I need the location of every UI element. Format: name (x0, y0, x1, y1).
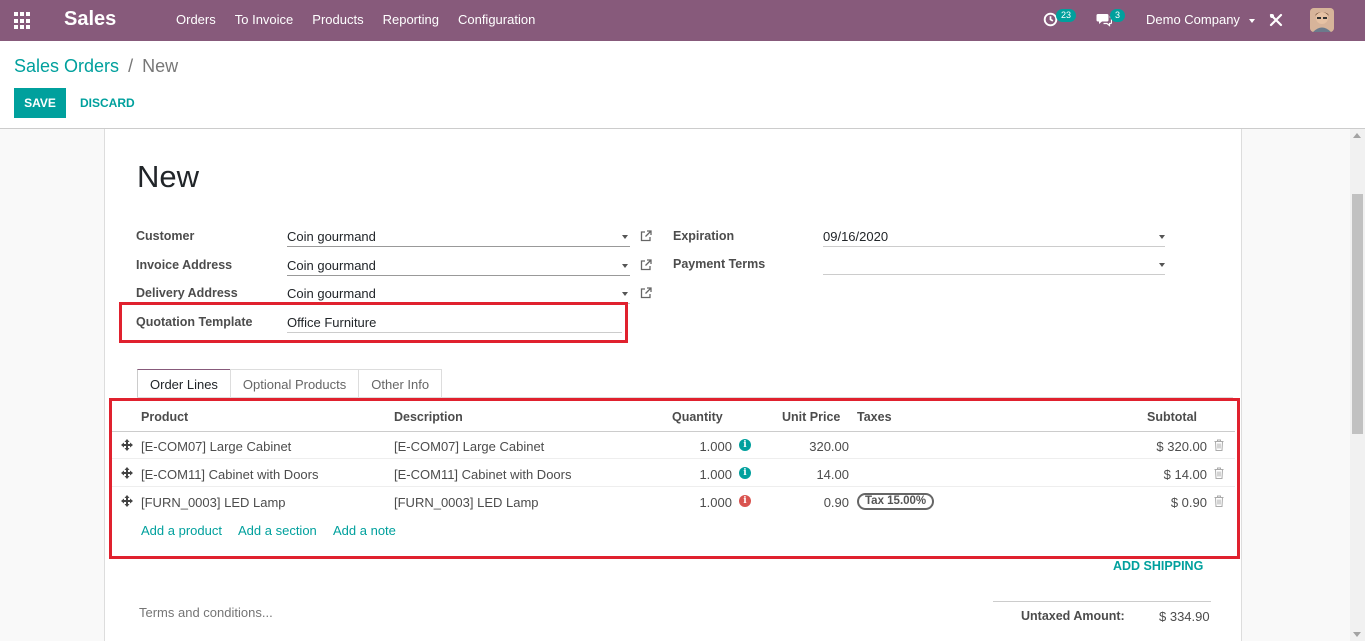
invoice-address-external-link-icon[interactable] (640, 259, 652, 271)
discard-button[interactable]: DISCARD (72, 88, 143, 118)
delivery-address-dropdown-caret-icon[interactable] (622, 292, 628, 296)
user-face-icon (1310, 8, 1334, 32)
payment-terms-field[interactable] (823, 253, 1165, 275)
customer-label: Customer (136, 229, 195, 243)
message-count-badge: 3 (1110, 9, 1126, 22)
company-name: Demo Company (1146, 12, 1240, 27)
quotation-template-highlight (119, 302, 628, 343)
menu-item-to-invoice[interactable]: To Invoice (235, 12, 294, 27)
scroll-thumb[interactable] (1352, 194, 1363, 434)
apps-menu-icon[interactable] (14, 12, 32, 30)
tab-other-info[interactable]: Other Info (358, 369, 443, 398)
breadcrumb: Sales Orders / New (14, 56, 178, 77)
save-button[interactable]: SAVE (14, 88, 66, 118)
expiration-label: Expiration (673, 229, 735, 243)
user-avatar[interactable] (1310, 8, 1334, 32)
delivery-address-field[interactable] (287, 282, 630, 304)
menu-item-products[interactable]: Products (312, 12, 363, 27)
payment-terms-label: Payment Terms (673, 257, 766, 271)
delivery-address-external-link-icon[interactable] (640, 287, 652, 299)
expiration-dropdown-caret-icon[interactable] (1159, 235, 1165, 239)
top-navbar: Sales Orders To Invoice Products Reporti… (0, 0, 1365, 41)
company-switcher[interactable]: Demo Company (1146, 12, 1255, 27)
order-lines-highlight (109, 398, 1240, 559)
untaxed-amount-value: $ 334.90 (1159, 609, 1210, 624)
form-tabs: Order Lines Optional Products Other Info (137, 369, 443, 398)
control-panel: Sales Orders / New SAVE DISCARD (0, 41, 1365, 129)
delivery-address-label: Delivery Address (136, 286, 238, 300)
invoice-address-dropdown-caret-icon[interactable] (622, 264, 628, 268)
menu-item-configuration[interactable]: Configuration (458, 12, 535, 27)
tab-optional-products[interactable]: Optional Products (229, 369, 360, 398)
breadcrumb-current: New (142, 56, 179, 76)
menu-item-orders[interactable]: Orders (176, 12, 216, 27)
app-name: Sales (64, 8, 117, 30)
page-scrollbar[interactable] (1350, 129, 1365, 641)
payment-terms-dropdown-caret-icon[interactable] (1159, 263, 1165, 267)
untaxed-amount-label: Untaxed Amount: (1021, 609, 1125, 623)
customer-field[interactable] (287, 225, 630, 247)
invoice-address-label: Invoice Address (136, 258, 233, 272)
document-title: New (137, 159, 200, 194)
main-menu: Orders To Invoice Products Reporting Con… (176, 12, 554, 27)
form-sheet: New Customer Invoice Address Delivery Ad… (104, 129, 1242, 641)
terms-and-conditions-field[interactable] (137, 604, 537, 621)
debug-tools-icon[interactable] (1269, 13, 1283, 27)
menu-item-reporting[interactable]: Reporting (383, 12, 439, 27)
scroll-down-arrow-icon[interactable] (1353, 632, 1361, 637)
invoice-address-field[interactable] (287, 254, 630, 276)
breadcrumb-sales-orders[interactable]: Sales Orders (14, 56, 119, 76)
breadcrumb-separator: / (128, 56, 134, 76)
totals-divider (993, 601, 1211, 602)
scroll-up-arrow-icon[interactable] (1353, 133, 1361, 138)
expiration-date-field[interactable] (823, 225, 1165, 247)
tab-order-lines[interactable]: Order Lines (137, 369, 231, 398)
add-shipping-button[interactable]: ADD SHIPPING (1113, 559, 1203, 573)
chevron-down-icon (1248, 18, 1255, 23)
customer-dropdown-caret-icon[interactable] (622, 235, 628, 239)
activity-count-badge: 23 (1056, 9, 1077, 22)
customer-external-link-icon[interactable] (640, 230, 652, 242)
